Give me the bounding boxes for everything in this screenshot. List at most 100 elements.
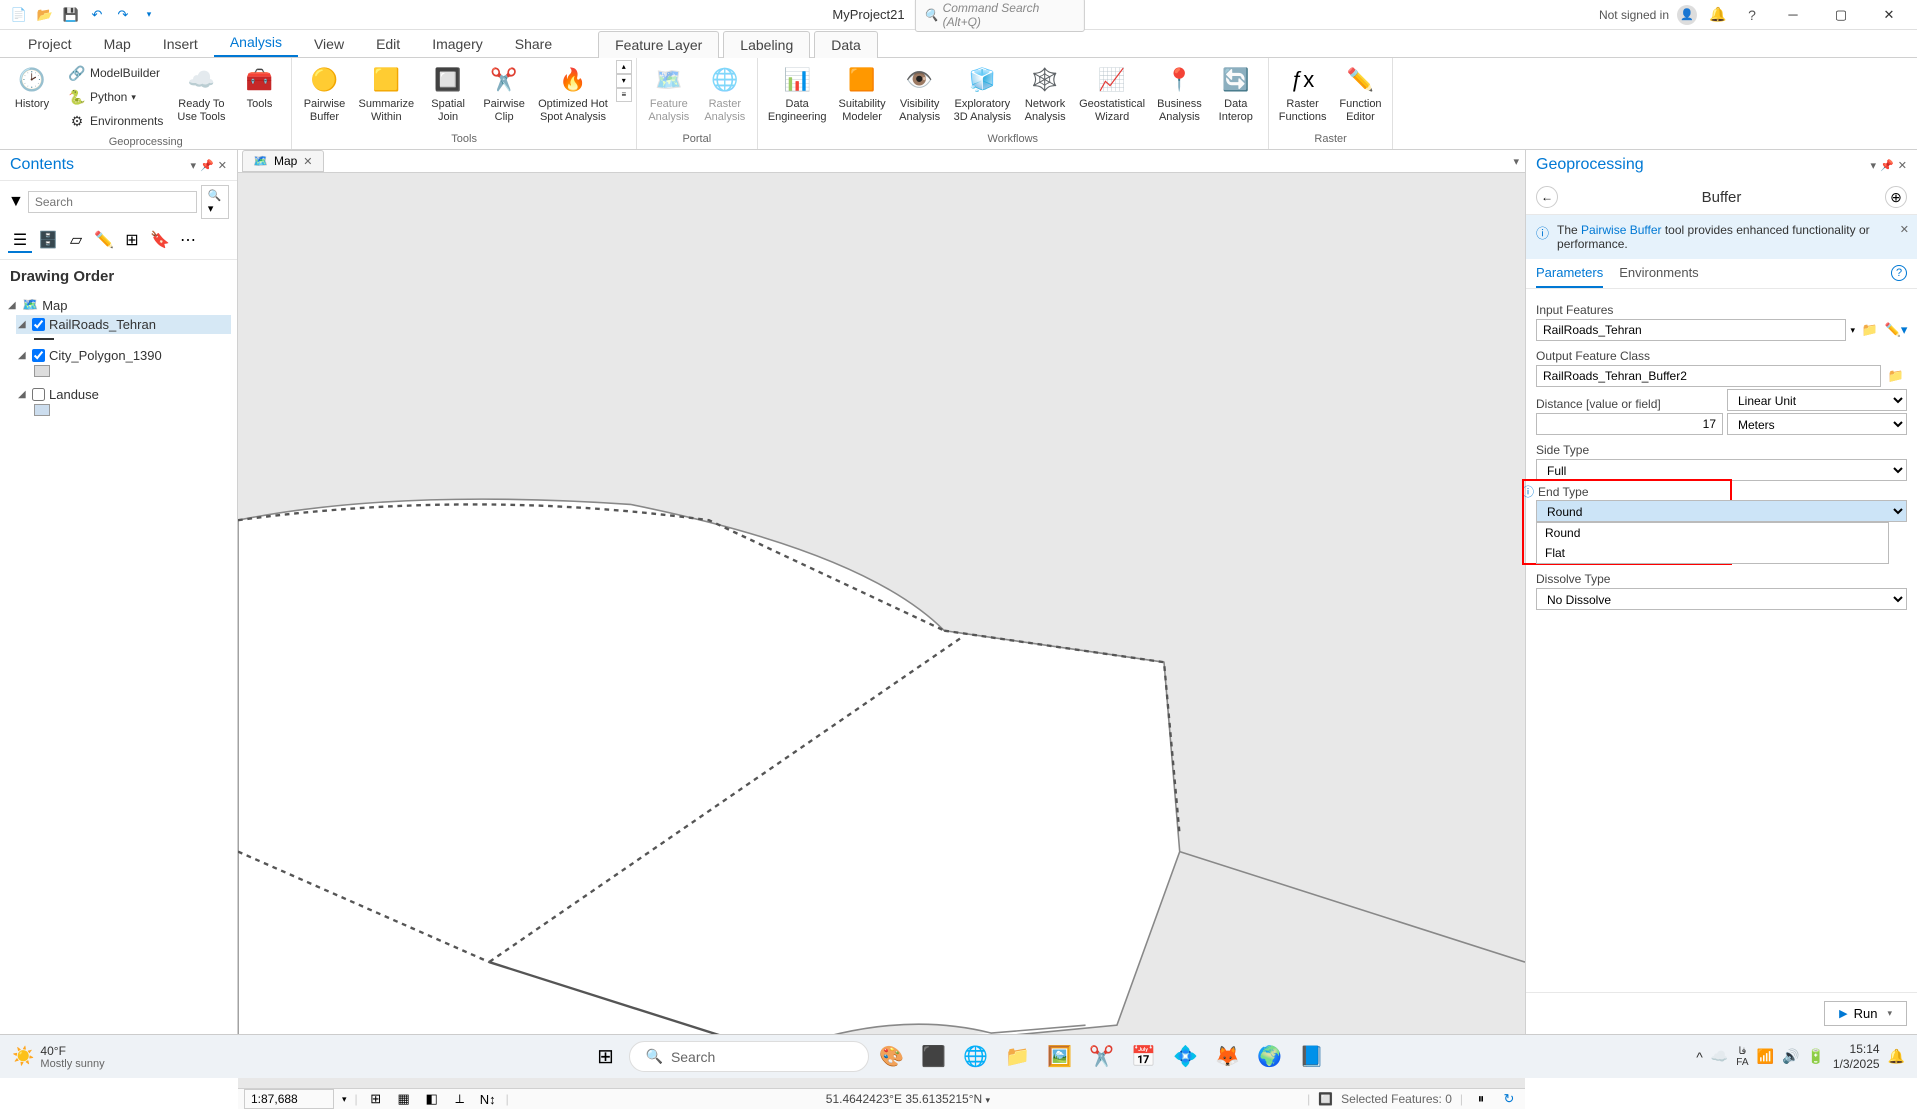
input-features-field[interactable]: [1536, 319, 1846, 341]
run-button[interactable]: ▶ Run ▾: [1824, 1001, 1907, 1026]
close-icon[interactable]: ✕: [303, 155, 312, 168]
feature-analysis-button[interactable]: 🗺️Feature Analysis: [641, 60, 697, 128]
spinner-up[interactable]: ▴: [616, 60, 632, 74]
list-by-labeling-icon[interactable]: 🔖: [148, 229, 172, 253]
ribbon-tab-share[interactable]: Share: [499, 31, 568, 57]
add-to-favorites-button[interactable]: ⊕: [1885, 186, 1907, 208]
spinner-down[interactable]: ▾: [616, 74, 632, 88]
back-button[interactable]: ←: [1536, 186, 1558, 208]
snap-icon[interactable]: ▦: [394, 1089, 414, 1109]
list-by-editing-icon[interactable]: ✏️: [92, 229, 116, 253]
python-button[interactable]: 🐍Python ▾: [64, 86, 167, 108]
environments-button[interactable]: ⚙Environments: [64, 110, 167, 132]
caret-icon[interactable]: ◢: [18, 319, 28, 330]
output-fc-field[interactable]: [1536, 365, 1881, 387]
ribbon-tab-feature-layer[interactable]: Feature Layer: [598, 31, 719, 58]
caret-icon[interactable]: ◢: [8, 300, 18, 311]
new-project-icon[interactable]: 📄: [8, 4, 30, 26]
end-type-option-round[interactable]: Round: [1537, 523, 1888, 543]
distance-value-field[interactable]: [1536, 413, 1723, 435]
chevron-down-icon[interactable]: ▾: [1850, 325, 1855, 336]
distance-unit-select[interactable]: Meters: [1727, 413, 1907, 435]
layer-checkbox[interactable]: [32, 388, 45, 401]
notifications-icon[interactable]: 🔔: [1705, 2, 1731, 28]
data-engineering-button[interactable]: 📊Data Engineering: [762, 60, 833, 128]
side-type-select[interactable]: Full: [1536, 459, 1907, 481]
notifications-icon[interactable]: 🔔: [1888, 1048, 1905, 1065]
layer-symbol-swatch[interactable]: [34, 404, 50, 416]
redo-icon[interactable]: ↷: [112, 4, 134, 26]
ribbon-tab-data[interactable]: Data: [814, 31, 878, 58]
toc-layer-landuse[interactable]: ◢ Landuse: [16, 385, 231, 404]
correction-icon[interactable]: ◧: [422, 1089, 442, 1109]
user-avatar-icon[interactable]: 👤: [1677, 5, 1697, 25]
grid-icon[interactable]: ⊞: [366, 1089, 386, 1109]
ribbon-tab-insert[interactable]: Insert: [147, 31, 214, 57]
tray-chevron-icon[interactable]: ^: [1696, 1049, 1703, 1065]
layer-symbol-line[interactable]: [34, 338, 54, 340]
inference-icon[interactable]: ⟂: [450, 1089, 470, 1109]
edit-icon[interactable]: ✏️▾: [1885, 319, 1907, 341]
map-scale-input[interactable]: 1:87,688: [244, 1089, 334, 1109]
ribbon-tab-view[interactable]: View: [298, 31, 360, 57]
tab-environments[interactable]: Environments: [1619, 259, 1698, 288]
map-tab[interactable]: 🗺️ Map ✕: [242, 150, 324, 172]
toc-layer-railroads[interactable]: ◢ RailRoads_Tehran: [16, 315, 231, 334]
undo-icon[interactable]: ↶: [86, 4, 108, 26]
file-explorer-icon[interactable]: 📁: [999, 1038, 1037, 1076]
onedrive-icon[interactable]: ☁️: [1711, 1048, 1728, 1065]
qat-dropdown-icon[interactable]: ▾: [138, 4, 160, 26]
maximize-button[interactable]: ▢: [1821, 0, 1861, 30]
open-project-icon[interactable]: 📂: [34, 4, 56, 26]
toc-map-root[interactable]: ◢ 🗺️ Map: [6, 295, 231, 315]
weather-widget[interactable]: ☀️ 40°F Mostly sunny: [12, 1044, 105, 1070]
close-icon[interactable]: ✕: [1900, 223, 1909, 236]
pin-icon[interactable]: 📌: [200, 159, 214, 172]
history-button[interactable]: 🕑 History: [4, 60, 60, 115]
copilot-icon[interactable]: 💠: [1167, 1038, 1205, 1076]
pin-icon[interactable]: 📌: [1880, 159, 1894, 172]
pause-icon[interactable]: ⏸: [1471, 1089, 1491, 1109]
pairwise-buffer-button[interactable]: 🟡Pairwise Buffer: [296, 60, 352, 128]
filter-icon[interactable]: ▼: [8, 193, 24, 211]
minimize-button[interactable]: ─: [1773, 0, 1813, 30]
summarize-within-button[interactable]: 🟨Summarize Within: [352, 60, 420, 128]
snipping-tool-icon[interactable]: ✂️: [1083, 1038, 1121, 1076]
refresh-icon[interactable]: ↻: [1499, 1089, 1519, 1109]
taskbar-clock[interactable]: 15:14 1/3/2025: [1833, 1042, 1880, 1071]
edge-icon[interactable]: 🌐: [957, 1038, 995, 1076]
app-icon[interactable]: 🎨: [873, 1038, 911, 1076]
ribbon-tab-analysis[interactable]: Analysis: [214, 29, 298, 57]
close-icon[interactable]: ✕: [218, 159, 227, 172]
visibility-analysis-button[interactable]: 👁️Visibility Analysis: [892, 60, 948, 128]
more-icon[interactable]: ⋯: [176, 229, 200, 253]
pairwise-buffer-link[interactable]: Pairwise Buffer: [1581, 223, 1661, 237]
modelbuilder-button[interactable]: 🔗ModelBuilder: [64, 62, 167, 84]
chevron-down-icon[interactable]: ▾: [191, 159, 197, 172]
ribbon-tab-imagery[interactable]: Imagery: [416, 31, 499, 57]
wifi-icon[interactable]: 📶: [1757, 1048, 1774, 1065]
start-button[interactable]: ⊞: [587, 1038, 625, 1076]
task-view-icon[interactable]: ⬛: [915, 1038, 953, 1076]
save-icon[interactable]: 💾: [60, 4, 82, 26]
list-by-selection-icon[interactable]: ▱: [64, 229, 88, 253]
list-by-snapping-icon[interactable]: ⊞: [120, 229, 144, 253]
distance-mode-select[interactable]: Linear Unit: [1727, 389, 1907, 411]
ribbon-tab-labeling[interactable]: Labeling: [723, 31, 810, 58]
pairwise-clip-button[interactable]: ✂️Pairwise Clip: [476, 60, 532, 128]
chevron-down-icon[interactable]: ▾: [342, 1094, 347, 1105]
tab-menu-dropdown[interactable]: ▾: [1513, 155, 1519, 168]
dissolve-type-select[interactable]: No Dissolve: [1536, 588, 1907, 610]
dynamic-constraints-icon[interactable]: N↕: [478, 1089, 498, 1109]
search-dropdown-button[interactable]: 🔍 ▾: [201, 185, 229, 219]
help-icon[interactable]: ?: [1891, 265, 1907, 281]
close-button[interactable]: ✕: [1869, 0, 1909, 30]
close-icon[interactable]: ✕: [1898, 159, 1907, 172]
toc-layer-city-polygon[interactable]: ◢ City_Polygon_1390: [16, 346, 231, 365]
firefox-icon[interactable]: 🦊: [1209, 1038, 1247, 1076]
ribbon-tab-edit[interactable]: Edit: [360, 31, 416, 57]
ready-to-use-tools-button[interactable]: ☁️ Ready To Use Tools: [171, 60, 231, 128]
spatial-join-button[interactable]: 🔲Spatial Join: [420, 60, 476, 128]
suitability-modeler-button[interactable]: 🟧Suitability Modeler: [833, 60, 892, 128]
word-icon[interactable]: 📘: [1293, 1038, 1331, 1076]
